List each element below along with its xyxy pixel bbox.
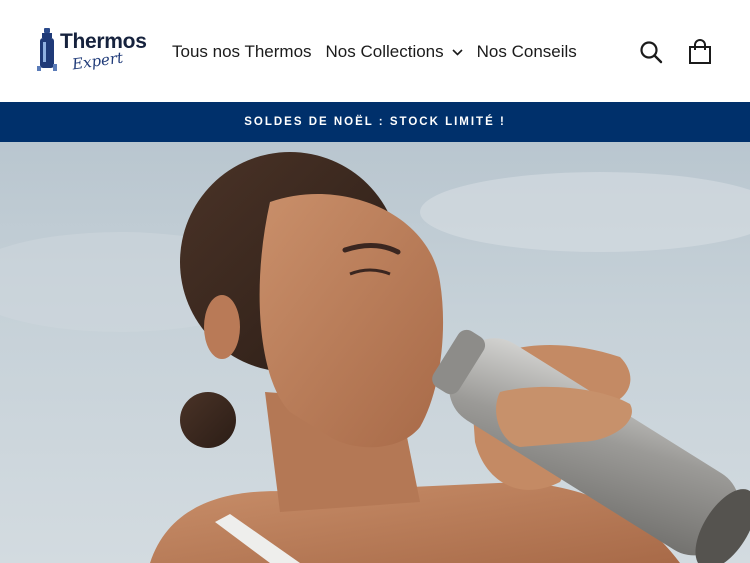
nav-item-tous-nos-thermos[interactable]: Tous nos Thermos bbox=[172, 42, 312, 62]
woman-drinking-from-bottle-photo bbox=[0, 152, 750, 563]
brand-logo[interactable]: Thermos Expert bbox=[36, 28, 148, 76]
announcement-bar: SOLDES DE NOËL : STOCK LIMITÉ ! bbox=[0, 102, 750, 142]
announcement-text: SOLDES DE NOËL : STOCK LIMITÉ ! bbox=[244, 116, 506, 128]
search-button[interactable] bbox=[637, 38, 665, 66]
nav-item-label: Nos Conseils bbox=[476, 42, 577, 61]
site-header: Thermos Expert Tous nos Thermos Nos Coll… bbox=[0, 0, 750, 102]
main-navigation: Tous nos Thermos Nos Collections Nos Con… bbox=[172, 40, 591, 64]
thermos-bottle-icon bbox=[37, 28, 57, 71]
chevron-down-icon bbox=[452, 48, 463, 56]
search-icon bbox=[640, 41, 663, 64]
nav-item-label: Nos Collections bbox=[325, 42, 444, 61]
cart-button[interactable] bbox=[686, 38, 714, 66]
hero-image bbox=[0, 142, 750, 563]
shopping-bag-icon bbox=[689, 39, 711, 64]
nav-item-label: Tous nos Thermos bbox=[172, 42, 312, 61]
nav-item-nos-collections[interactable]: Nos Collections bbox=[326, 42, 463, 62]
nav-item-nos-conseils[interactable]: Nos Conseils bbox=[477, 42, 577, 62]
